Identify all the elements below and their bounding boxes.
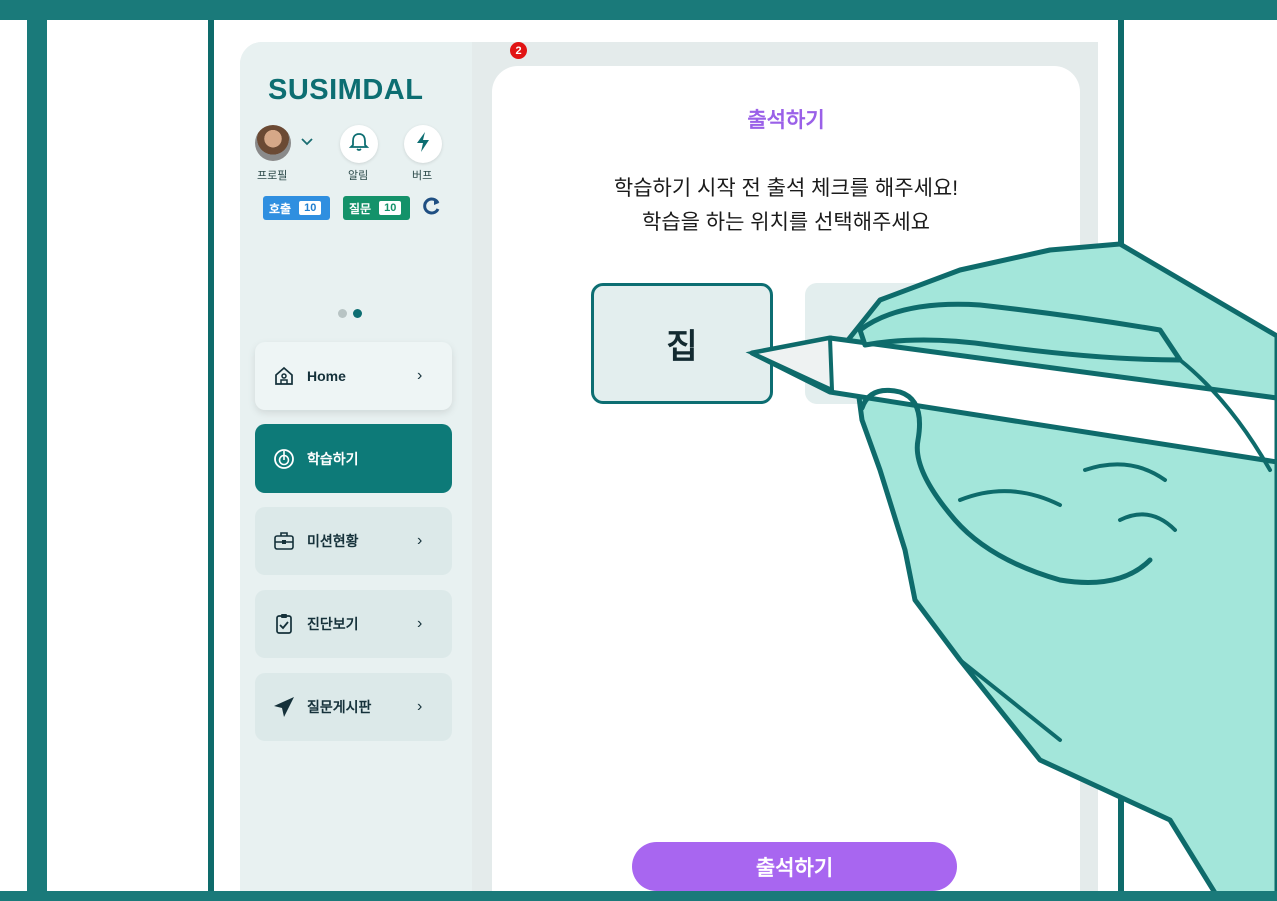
hand-with-stylus-illustration	[745, 241, 1277, 901]
frame-border-bottom	[0, 891, 1277, 901]
stylus-tip	[745, 335, 835, 394]
